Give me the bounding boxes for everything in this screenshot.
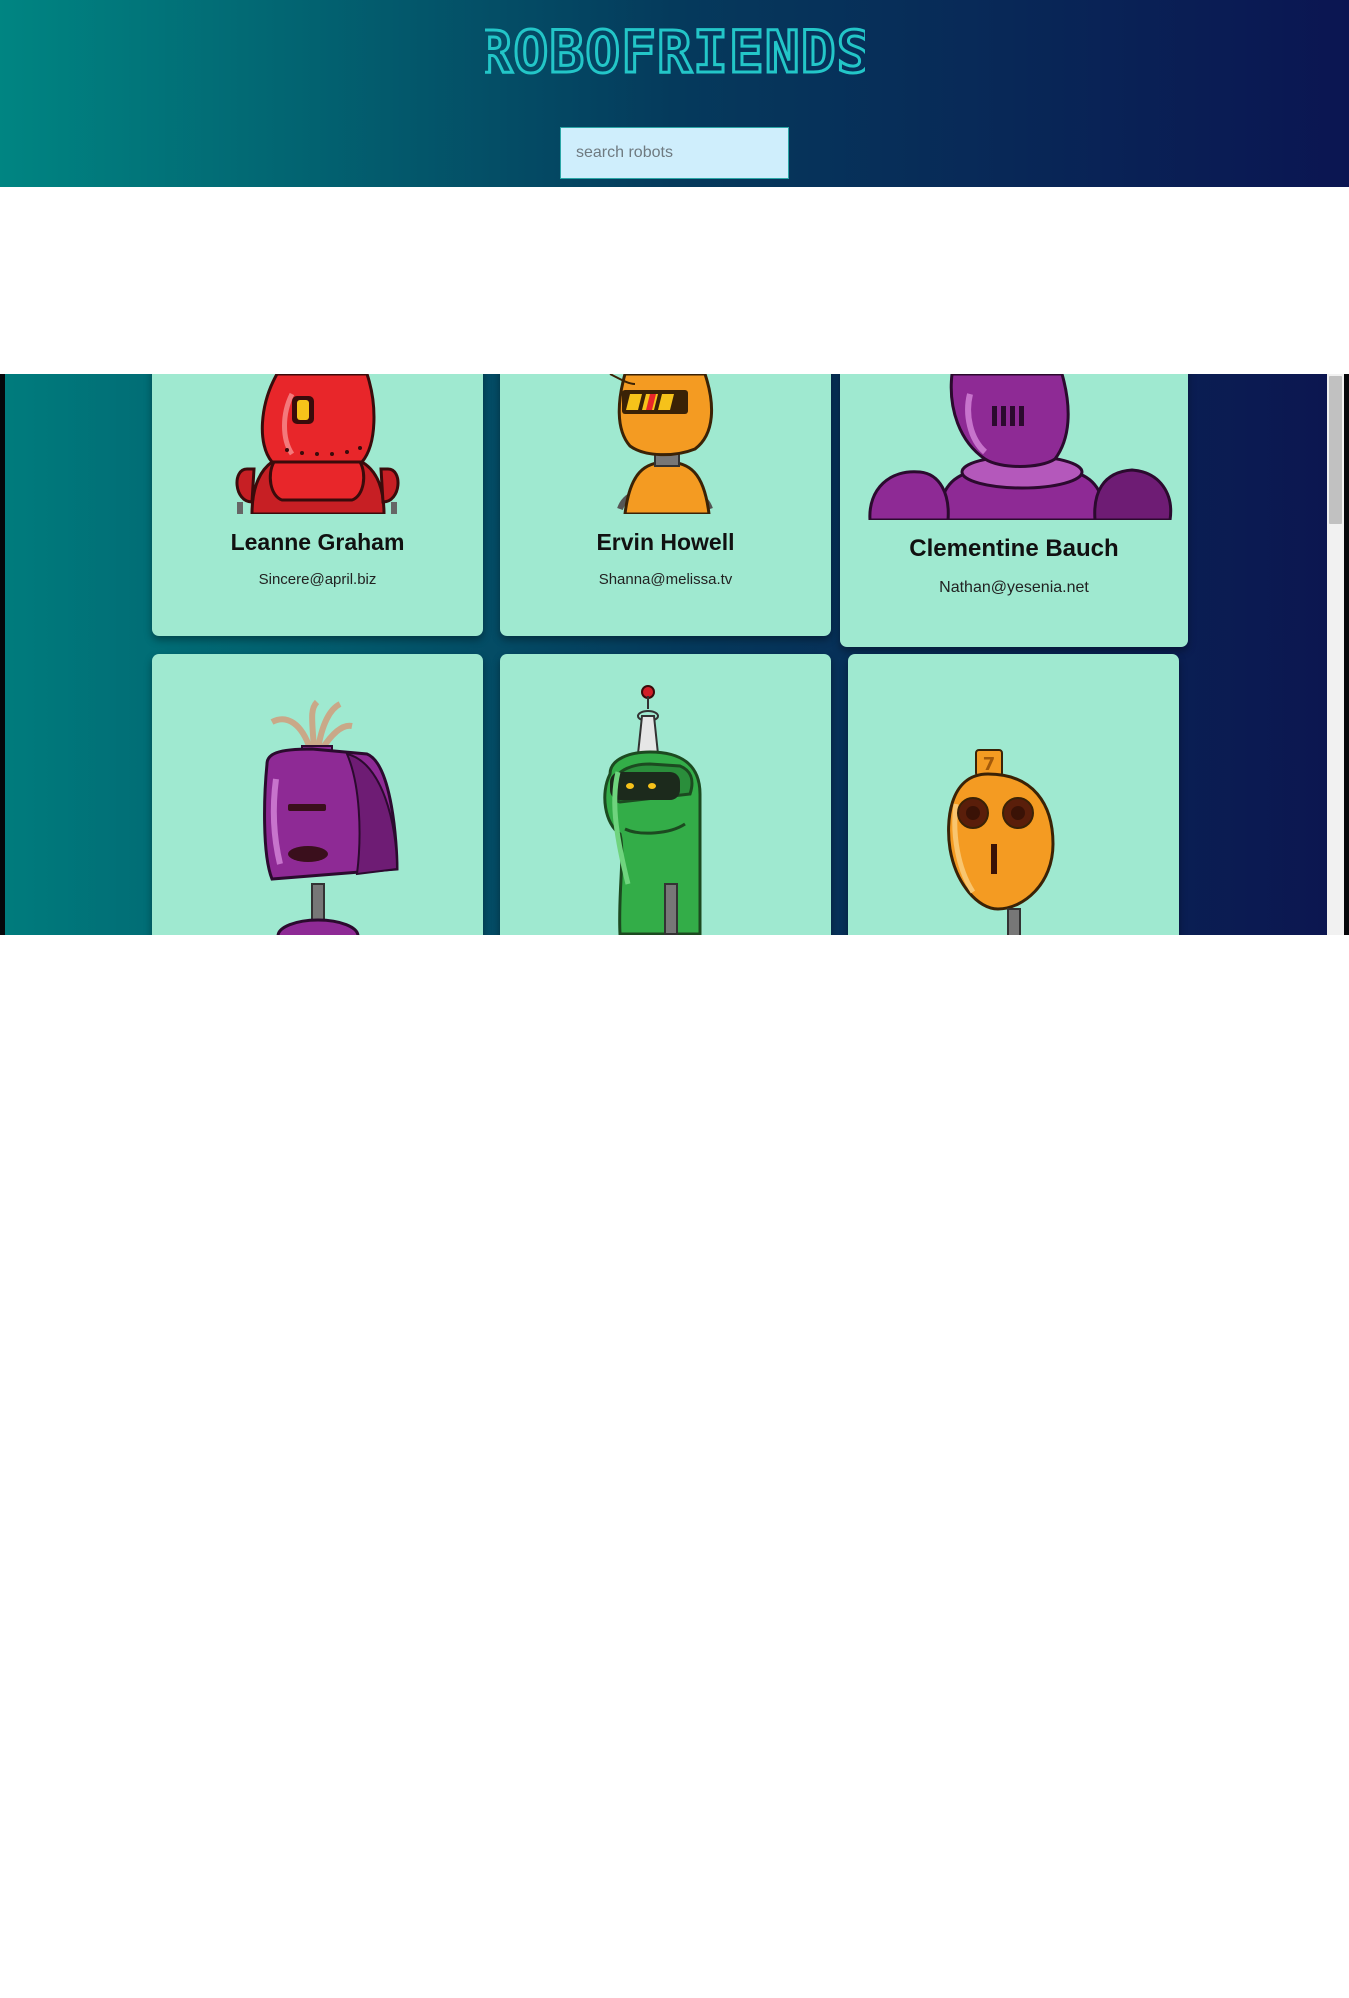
frame-edge-right	[1344, 374, 1349, 935]
robot-name: Clementine Bauch	[909, 535, 1119, 562]
svg-text:7: 7	[983, 754, 996, 775]
robot-name: Ervin Howell	[596, 529, 735, 555]
search-input[interactable]	[560, 127, 789, 179]
red-robot-icon	[235, 374, 400, 514]
robot-email: Nathan@yesenia.net	[939, 579, 1089, 596]
robot-email: Shanna@melissa.tv	[598, 571, 733, 588]
frame-edge-left	[0, 374, 5, 935]
robot-name: Leanne Graham	[230, 529, 405, 555]
purple-antenna-robot-icon	[263, 699, 399, 935]
robot-card[interactable]: Leanne Graham Sincere@april.biz	[152, 374, 483, 636]
green-robot-icon	[603, 685, 702, 935]
robofriends-logo: ROBOFRIENDS	[485, 22, 865, 80]
app-title: ROBOFRIENDS	[0, 22, 1349, 92]
scrollbar-thumb[interactable]	[1329, 376, 1342, 524]
robot-email: Sincere@april.biz	[258, 571, 377, 588]
orange-robot-icon	[609, 374, 714, 514]
robot-card[interactable]: 7	[848, 654, 1179, 935]
app-header: ROBOFRIENDS	[0, 0, 1349, 187]
purple-robot-icon	[868, 374, 1173, 520]
app-title-text: ROBOFRIENDS	[485, 22, 865, 80]
orange-oval-robot-icon: 7	[947, 749, 1055, 935]
robot-card[interactable]	[152, 654, 483, 935]
robot-card[interactable]	[500, 654, 831, 935]
robot-card[interactable]: Ervin Howell Shanna@melissa.tv	[500, 374, 831, 636]
robot-card[interactable]: Clementine Bauch Nathan@yesenia.net	[840, 374, 1188, 647]
robot-card-list[interactable]: Leanne Graham Sincere@april.biz Ervin Ho…	[0, 374, 1349, 935]
